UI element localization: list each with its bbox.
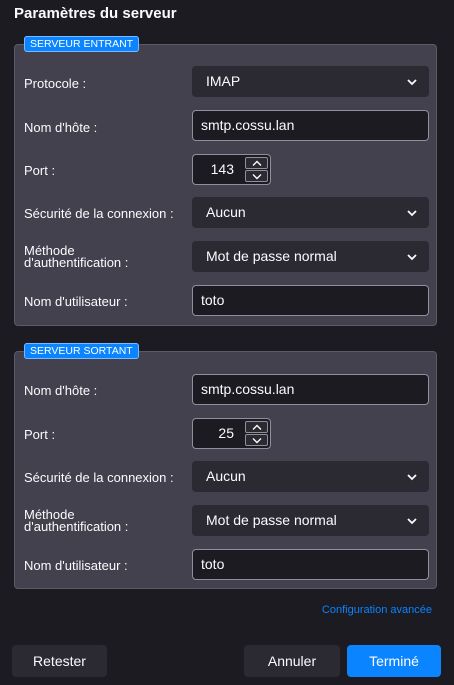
outgoing-username-label: Nom d'utilisateur : [24,558,128,573]
incoming-port-label: Port : [24,163,56,178]
outgoing-server-legend: SERVEUR SORTANT [24,343,139,359]
incoming-auth-value: Mot de passe normal [206,248,337,264]
incoming-hostname-label: Nom d'hôte : [24,120,98,135]
incoming-port-decrement[interactable] [245,170,268,182]
chevron-down-icon [252,438,262,444]
outgoing-port-label: Port : [24,427,56,442]
outgoing-security-label: Sécurité de la connexion : [24,470,174,485]
advanced-config-link[interactable]: Configuration avancée [322,604,432,616]
incoming-port-stepper[interactable]: 143 [192,154,271,185]
outgoing-hostname-input[interactable]: smtp.cossu.lan [192,374,429,405]
incoming-hostname-input[interactable]: smtp.cossu.lan [192,110,429,141]
incoming-security-select[interactable]: Aucun [192,197,429,228]
outgoing-auth-select[interactable]: Mot de passe normal [192,505,429,536]
done-button[interactable]: Terminé [347,645,441,677]
outgoing-port-increment[interactable] [245,421,268,433]
chevron-down-icon [407,79,417,86]
chevron-down-icon [407,254,417,261]
incoming-port-increment[interactable] [245,157,268,169]
retest-button[interactable]: Retester [12,645,107,677]
protocol-select[interactable]: IMAP [192,66,429,97]
outgoing-hostname-label: Nom d'hôte : [24,383,98,398]
chevron-down-icon [407,210,417,217]
protocol-value: IMAP [206,73,241,89]
chevron-up-icon [252,160,262,166]
outgoing-username-input[interactable]: toto [192,549,429,580]
chevron-down-icon [407,518,417,525]
chevron-up-icon [252,424,262,430]
incoming-port-value: 143 [210,161,234,177]
incoming-auth-label-line2: d'authentification : [24,255,129,270]
incoming-server-legend: SERVEUR ENTRANT [24,36,140,52]
outgoing-security-value: Aucun [206,468,246,484]
incoming-security-label: Sécurité de la connexion : [24,206,174,221]
outgoing-auth-value: Mot de passe normal [206,512,337,528]
protocol-label: Protocole : [24,76,87,91]
cancel-button[interactable]: Annuler [244,645,340,677]
chevron-down-icon [252,174,262,180]
outgoing-auth-label-line2: d'authentification : [24,519,129,534]
outgoing-auth-label: Méthode d'authentification : [24,508,129,534]
dialog-title: Paramètres du serveur [14,5,177,22]
incoming-auth-label: Méthode d'authentification : [24,244,129,270]
outgoing-port-value: 25 [218,425,234,441]
incoming-username-input[interactable]: toto [192,285,429,316]
chevron-down-icon [407,474,417,481]
outgoing-port-stepper[interactable]: 25 [192,418,271,449]
incoming-security-value: Aucun [206,204,246,220]
outgoing-security-select[interactable]: Aucun [192,461,429,492]
outgoing-port-decrement[interactable] [245,434,268,446]
incoming-auth-select[interactable]: Mot de passe normal [192,241,429,272]
incoming-username-label: Nom d'utilisateur : [24,294,128,309]
